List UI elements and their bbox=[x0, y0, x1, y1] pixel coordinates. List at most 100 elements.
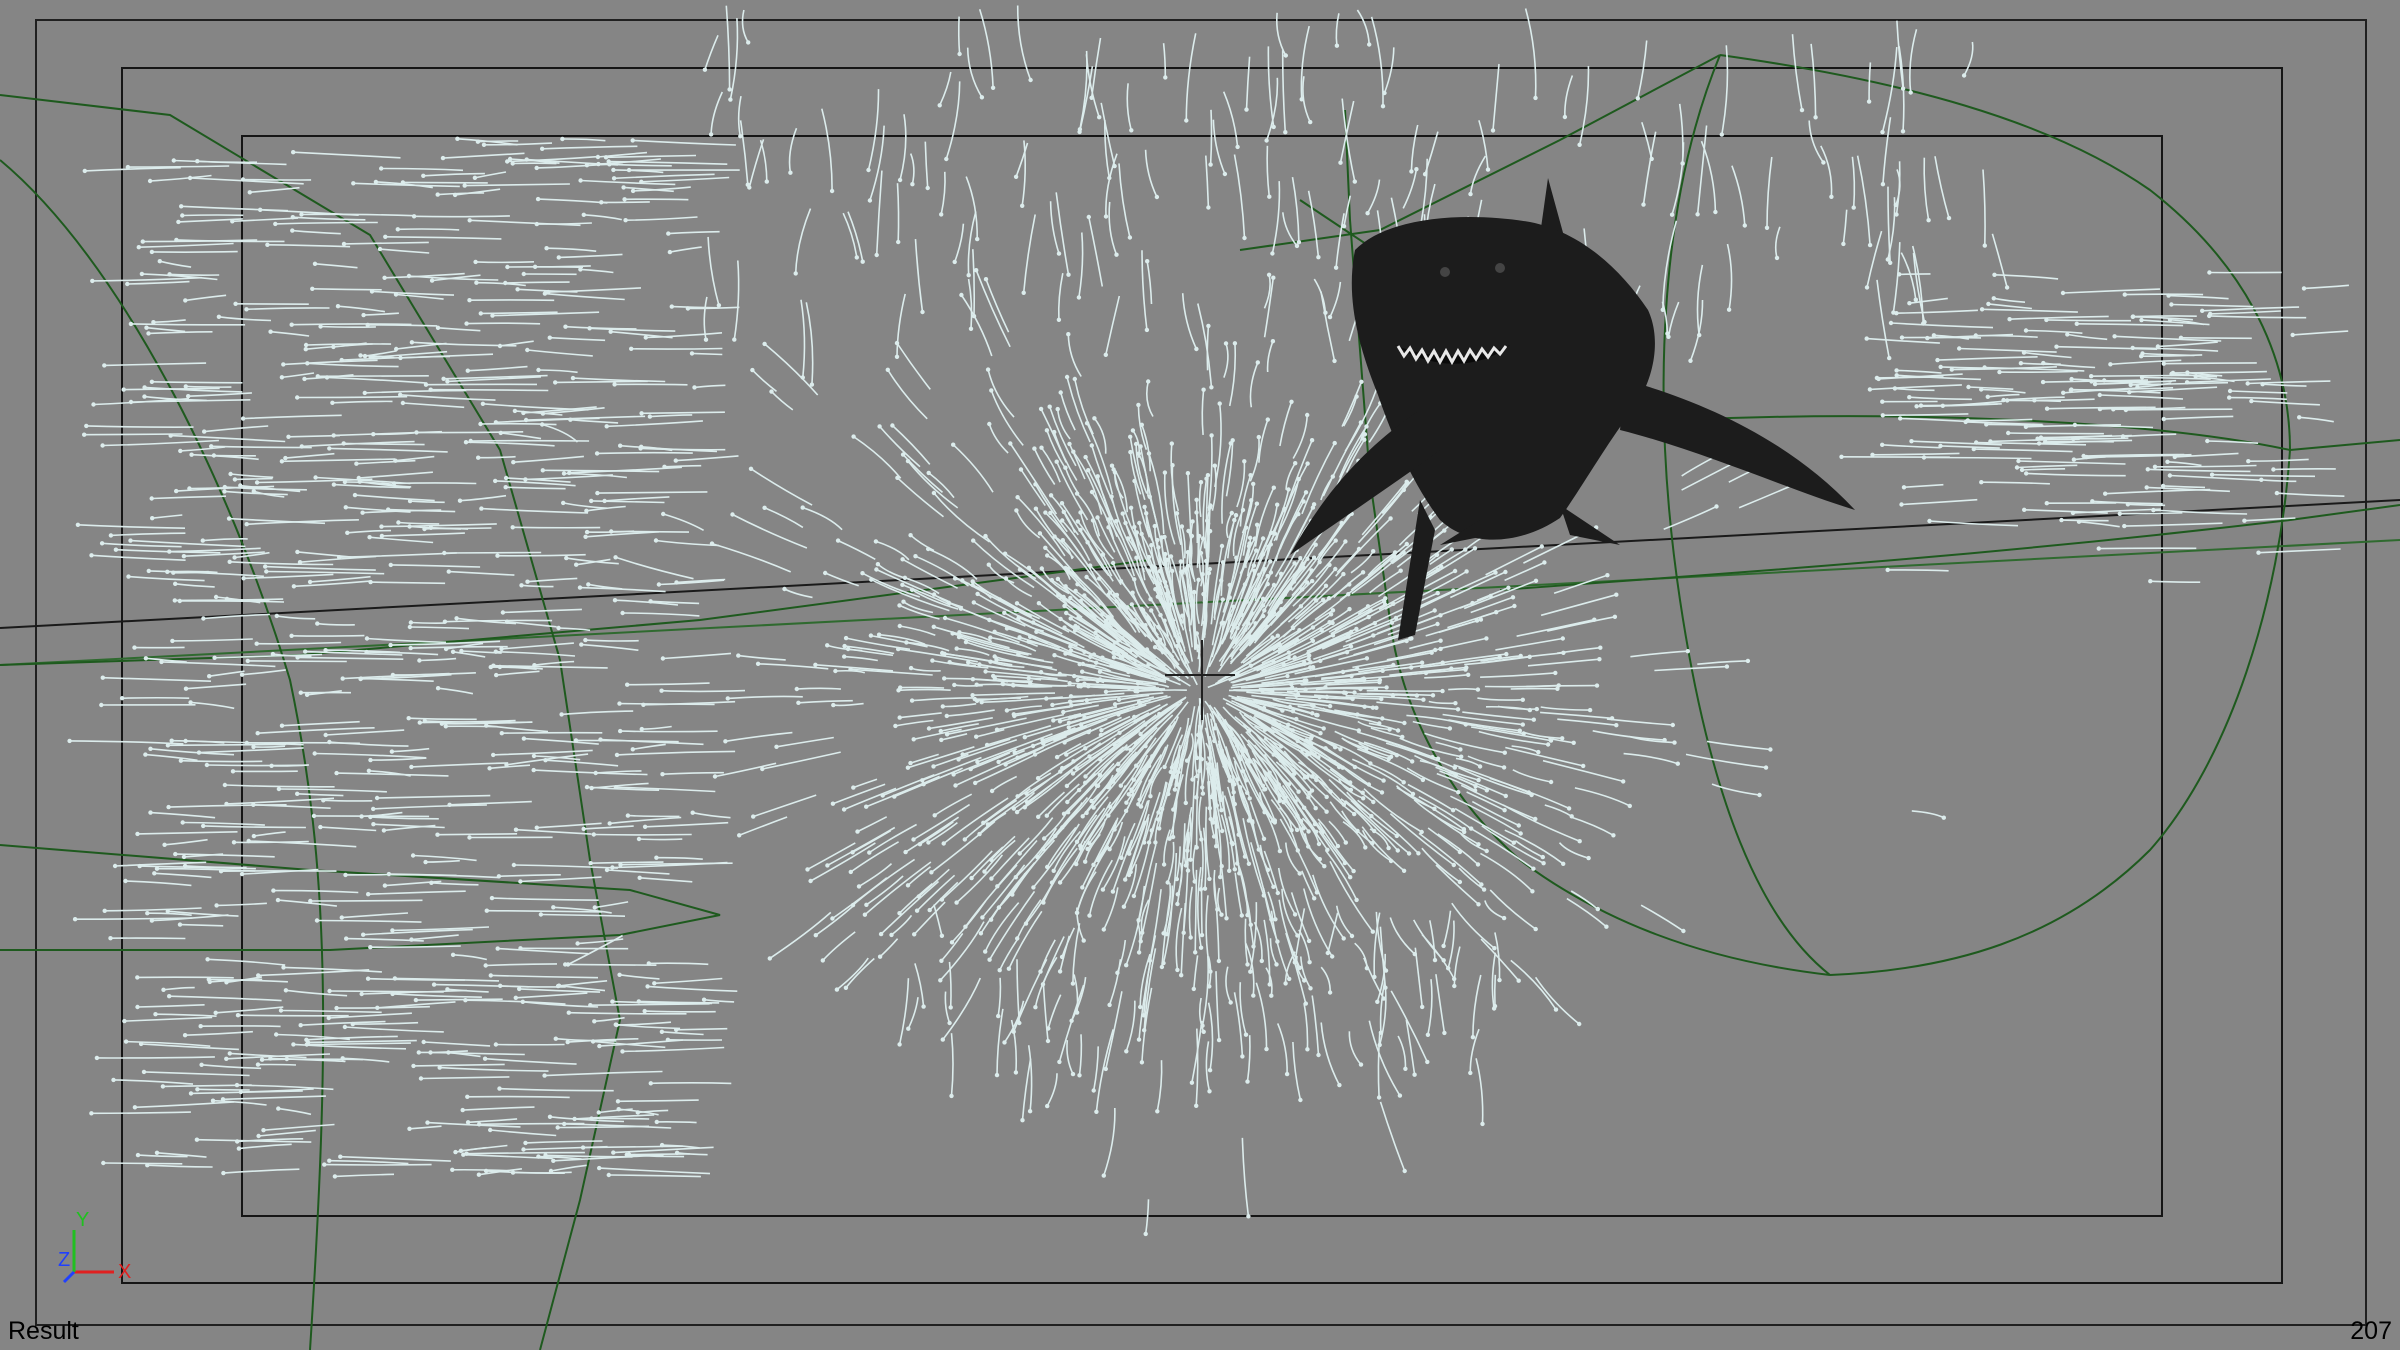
particle-point bbox=[206, 977, 211, 982]
particle-point bbox=[119, 696, 125, 701]
particle-streak bbox=[1896, 309, 1978, 314]
particle-point bbox=[1227, 778, 1233, 783]
particle-streak bbox=[591, 500, 665, 504]
particle-point bbox=[730, 512, 735, 517]
particle-streak bbox=[1696, 125, 1708, 215]
particle-point bbox=[939, 737, 944, 743]
particle-point bbox=[1055, 406, 1060, 412]
particle-streak bbox=[1350, 799, 1410, 855]
particle-point bbox=[523, 1140, 528, 1146]
particle-point bbox=[1672, 740, 1677, 745]
particle-point bbox=[1144, 511, 1149, 516]
particle-streak bbox=[620, 444, 718, 453]
particle-point bbox=[1341, 936, 1346, 941]
particle-point bbox=[494, 672, 499, 678]
particle-point bbox=[1541, 861, 1546, 866]
particle-point bbox=[875, 562, 881, 567]
particle-streak bbox=[137, 831, 238, 835]
particle-point bbox=[1724, 664, 1730, 669]
particle-streak bbox=[1903, 483, 1944, 489]
wireframe-edge bbox=[2289, 504, 2400, 521]
particle-point bbox=[518, 879, 523, 884]
particle-streak bbox=[151, 250, 238, 253]
particle-point bbox=[327, 739, 332, 745]
particle-streak bbox=[1477, 697, 1523, 701]
particle-point bbox=[1402, 1168, 1407, 1174]
particle-point bbox=[1312, 821, 1318, 827]
particle-streak bbox=[1808, 120, 1825, 163]
particle-streak bbox=[1413, 799, 1465, 833]
shark-eye-left bbox=[1440, 267, 1450, 277]
particle-streak bbox=[1201, 955, 1209, 1026]
particle-streak bbox=[1492, 63, 1500, 131]
particle-streak bbox=[283, 359, 378, 366]
particle-streak bbox=[579, 586, 666, 593]
particle-point bbox=[1295, 848, 1301, 853]
particle-point bbox=[1120, 636, 1125, 641]
particle-point bbox=[289, 322, 294, 327]
particle-point bbox=[168, 433, 173, 438]
particle-streak bbox=[821, 108, 833, 192]
particle-point bbox=[1207, 1068, 1213, 1073]
particle-point bbox=[510, 525, 515, 530]
particle-streak bbox=[411, 934, 459, 941]
particle-streak bbox=[988, 423, 1009, 454]
particle-point bbox=[1303, 687, 1308, 692]
particle-point bbox=[140, 239, 145, 244]
particle-point bbox=[944, 156, 949, 162]
particle-point bbox=[974, 268, 979, 273]
particle-point bbox=[897, 177, 903, 183]
axis-z-label: Z bbox=[58, 1249, 70, 1271]
scene-canvas[interactable] bbox=[0, 0, 2400, 1350]
particle-point bbox=[503, 485, 508, 490]
particle-streak bbox=[544, 292, 625, 301]
particle-streak bbox=[2009, 315, 2109, 320]
particle-streak bbox=[390, 564, 481, 568]
particle-point bbox=[497, 664, 503, 670]
particle-streak bbox=[669, 246, 702, 253]
particle-point bbox=[1101, 1173, 1107, 1178]
particle-point bbox=[1307, 740, 1312, 745]
particle-point bbox=[866, 167, 871, 173]
render-viewport[interactable]: Result 207 X Y Z bbox=[0, 0, 2400, 1350]
particle-point bbox=[1260, 536, 1266, 541]
particle-point bbox=[954, 900, 959, 905]
particle-point bbox=[830, 801, 836, 806]
particle-point bbox=[1066, 332, 1071, 337]
particle-point bbox=[927, 907, 932, 913]
particle-point bbox=[226, 516, 232, 521]
particle-streak bbox=[465, 999, 566, 1005]
particle-point bbox=[909, 698, 915, 703]
particle-streak bbox=[391, 747, 430, 753]
particle-point bbox=[1332, 440, 1337, 446]
particle-streak bbox=[1105, 991, 1123, 1070]
particle-streak bbox=[609, 816, 682, 825]
particle-point bbox=[1078, 684, 1084, 689]
particle-point bbox=[1066, 725, 1072, 730]
particle-streak bbox=[1640, 904, 1684, 932]
particle-point bbox=[1121, 904, 1127, 909]
particle-point bbox=[942, 676, 947, 681]
particle-point bbox=[995, 884, 1000, 889]
particle-point bbox=[1309, 438, 1315, 443]
particle-point bbox=[1263, 787, 1268, 792]
particle-streak bbox=[370, 816, 439, 820]
particle-streak bbox=[410, 500, 445, 504]
particle-streak bbox=[314, 263, 358, 269]
particle-streak bbox=[899, 625, 936, 636]
particle-streak bbox=[1558, 842, 1589, 859]
particle-streak bbox=[1281, 888, 1299, 936]
particle-point bbox=[1302, 660, 1307, 665]
particle-point bbox=[491, 663, 496, 668]
particle-point bbox=[2074, 321, 2079, 326]
particle-point bbox=[1022, 805, 1027, 810]
particle-point bbox=[1401, 868, 1407, 873]
particle-point bbox=[409, 340, 415, 345]
particle-point bbox=[1309, 774, 1315, 779]
particle-streak bbox=[137, 976, 234, 979]
particle-streak bbox=[1246, 1035, 1251, 1082]
particle-streak bbox=[363, 312, 399, 316]
particle-point bbox=[1294, 827, 1300, 833]
particle-point bbox=[138, 1041, 144, 1047]
particle-streak bbox=[1259, 844, 1275, 888]
